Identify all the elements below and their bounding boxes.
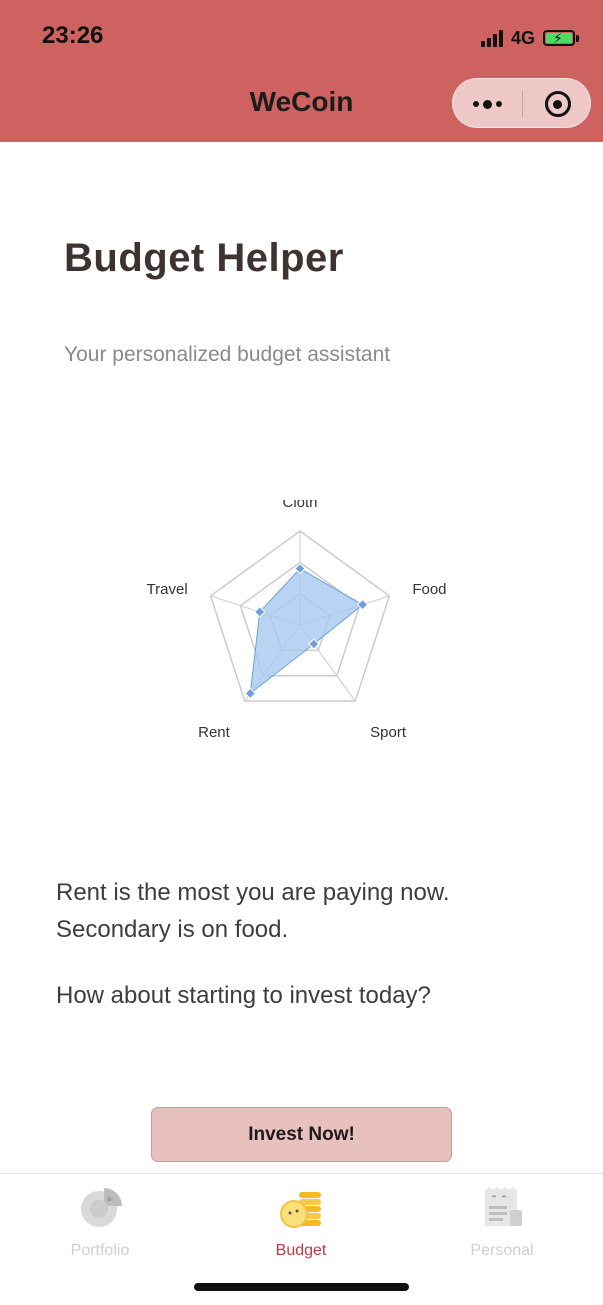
home-indicator xyxy=(194,1283,409,1291)
document-icon xyxy=(485,1187,522,1226)
radar-label-travel: Travel xyxy=(147,581,188,598)
tab-budget[interactable]: Budget xyxy=(201,1182,401,1262)
page-subtitle: Your personalized budget assistant xyxy=(64,343,391,366)
radar-area xyxy=(249,567,364,695)
insight-line: Secondary is on food. xyxy=(56,916,289,943)
ellipsis-icon[interactable] xyxy=(453,79,522,129)
status-indicators: 4G ⚡ xyxy=(480,26,579,50)
tab-portfolio[interactable]: Portfolio xyxy=(0,1182,200,1262)
target-icon[interactable] xyxy=(523,79,592,129)
radar-label-sport: Sport xyxy=(370,724,407,741)
tab-label: Budget xyxy=(275,1242,327,1259)
signal-icon xyxy=(480,29,503,47)
invest-now-button[interactable]: Invest Now! xyxy=(151,1107,452,1162)
radar-series-area xyxy=(249,567,364,695)
budget-radar-chart: Cloth Food Sport Rent Travel xyxy=(147,500,447,741)
radar-label-food: Food xyxy=(412,581,446,598)
network-type: 4G xyxy=(510,27,535,48)
coin-stack-icon xyxy=(280,1192,321,1228)
pie-chart-icon xyxy=(81,1188,122,1227)
tab-label: Portfolio xyxy=(70,1242,130,1259)
status-time: 23:26 xyxy=(42,22,104,49)
mini-program-capsule xyxy=(452,78,591,128)
insight-line: Rent is the most you are paying now. xyxy=(56,879,450,906)
budget-insight: Rent is the most you are paying now. Sec… xyxy=(56,874,556,948)
app-header: 23:26 4G ⚡ WeCoin xyxy=(0,0,603,142)
page-title: Budget Helper xyxy=(64,236,344,280)
battery-icon: ⚡ xyxy=(543,30,579,46)
radar-label-cloth: Cloth xyxy=(282,500,317,511)
invest-question: How about starting to invest today? xyxy=(56,982,431,1009)
radar-label-rent: Rent xyxy=(198,724,231,741)
tab-personal[interactable]: Personal xyxy=(402,1182,602,1262)
tab-label: Personal xyxy=(470,1242,534,1259)
